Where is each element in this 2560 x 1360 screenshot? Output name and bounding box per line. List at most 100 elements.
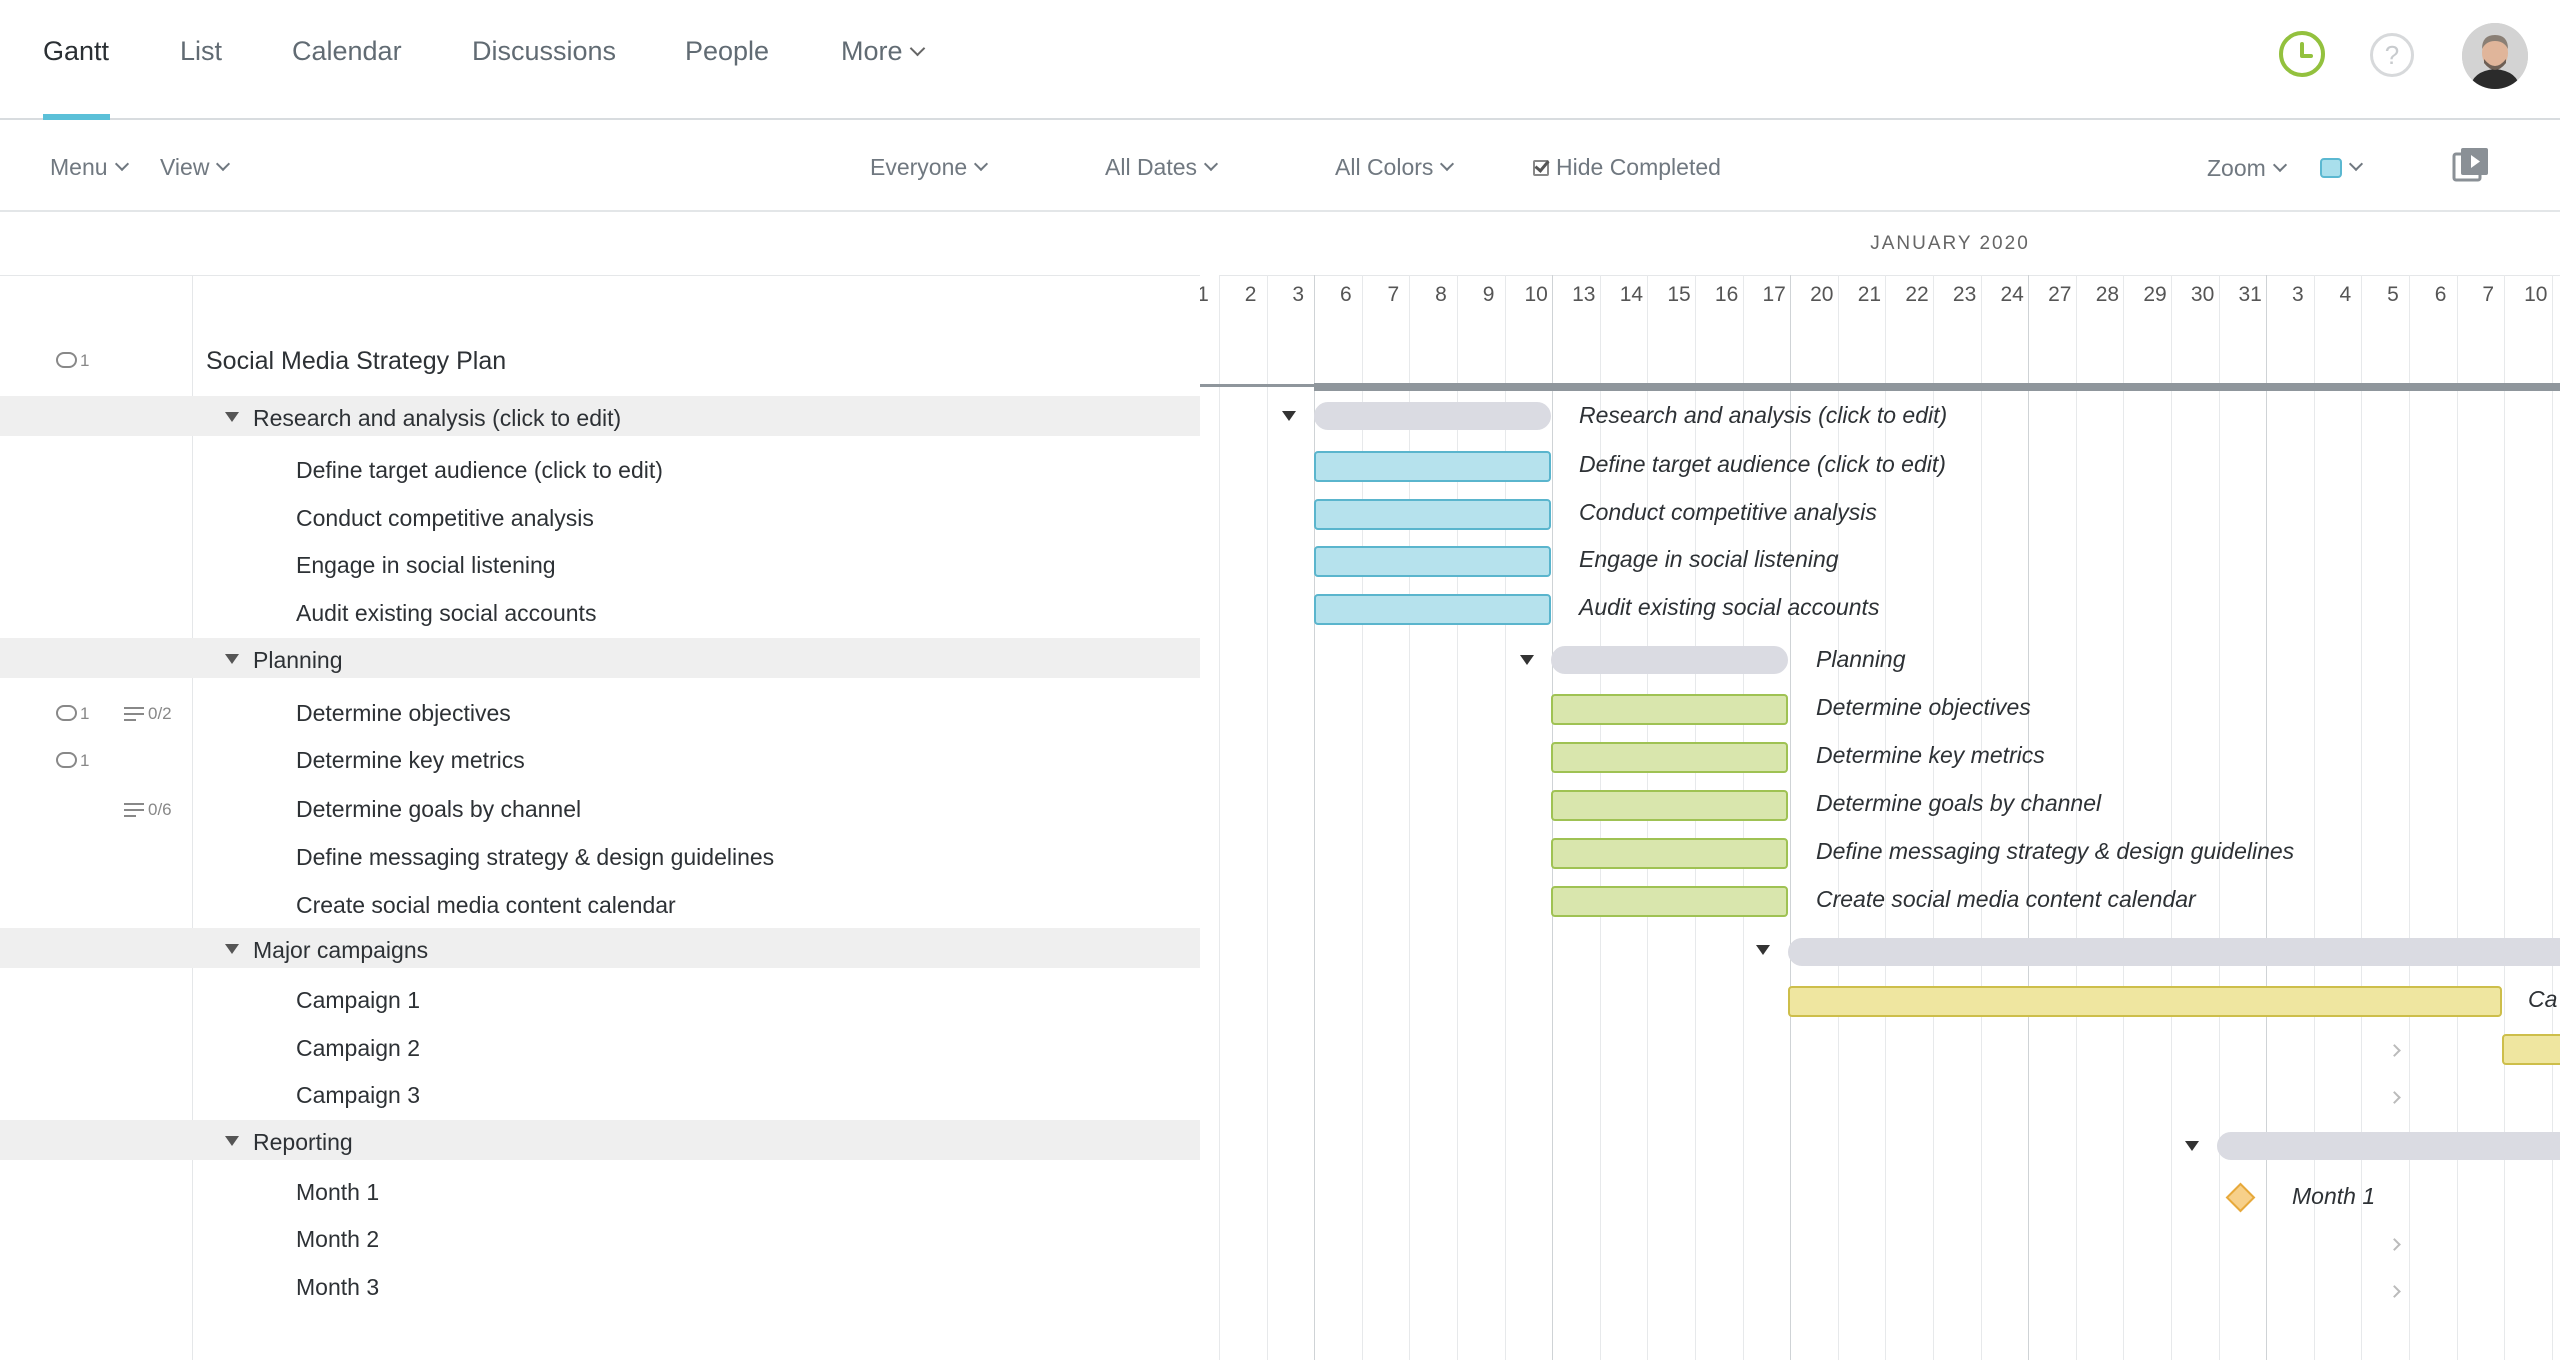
task-name[interactable]: Month 1	[296, 1179, 379, 1206]
tab-people[interactable]: People	[685, 36, 769, 67]
grid-line	[2171, 275, 2172, 1360]
task-name[interactable]: Conduct competitive analysis	[296, 505, 594, 532]
task-bar[interactable]	[1551, 694, 1788, 725]
play-presentation-icon[interactable]	[2452, 146, 2490, 184]
task-group-row[interactable]: Research and analysis (click to edit)	[0, 396, 1200, 436]
task-row[interactable]: Month 3	[0, 1265, 1200, 1305]
task-bar[interactable]	[1551, 742, 1788, 773]
task-name[interactable]: Reporting	[253, 1129, 353, 1156]
task-group-row[interactable]: Reporting	[0, 1120, 1200, 1160]
task-name[interactable]: Month 2	[296, 1226, 379, 1253]
grid-line	[2551, 275, 2553, 1360]
task-bar[interactable]	[1788, 986, 2502, 1017]
color-picker-dropdown[interactable]	[2320, 154, 2364, 181]
comment-count[interactable]: 1	[56, 703, 89, 724]
collapse-triangle-icon[interactable]	[1756, 945, 1770, 955]
colors-filter[interactable]: All Colors	[1335, 154, 1455, 181]
checklist-count[interactable]: 0/2	[124, 703, 172, 724]
checklist-count[interactable]: 0/6	[124, 799, 172, 820]
task-row[interactable]: Month 1	[0, 1170, 1200, 1210]
task-name[interactable]: Campaign 2	[296, 1035, 420, 1062]
comment-count[interactable]: 1	[56, 750, 89, 771]
task-name[interactable]: Month 3	[296, 1274, 379, 1301]
task-name[interactable]: Determine objectives	[296, 700, 511, 727]
tab-calendar[interactable]: Calendar	[292, 36, 402, 67]
task-bar[interactable]	[1314, 499, 1551, 530]
tab-list[interactable]: List	[180, 36, 222, 67]
zoom-dropdown-label: Zoom	[2207, 155, 2266, 181]
task-group-row[interactable]: Major campaigns	[0, 928, 1200, 968]
collapse-triangle-icon[interactable]	[2185, 1141, 2199, 1151]
task-row[interactable]: Campaign 1	[0, 978, 1200, 1018]
task-name[interactable]: Engage in social listening	[296, 552, 556, 579]
task-row[interactable]: Create social media content calendar	[0, 883, 1200, 923]
task-bar[interactable]	[1314, 546, 1551, 577]
clock-icon[interactable]	[2279, 31, 2325, 77]
task-name[interactable]: Planning	[253, 647, 343, 674]
task-name[interactable]: Determine key metrics	[296, 747, 525, 774]
task-row[interactable]: Audit existing social accounts	[0, 591, 1200, 631]
grid-line	[2075, 275, 2077, 1360]
task-bar-label: Audit existing social accounts	[1579, 594, 1880, 620]
menu-dropdown[interactable]: Menu	[50, 154, 129, 181]
avatar[interactable]	[2462, 23, 2528, 89]
group-summary-bar[interactable]	[1314, 402, 1551, 430]
checklist-icon	[124, 705, 145, 721]
task-row[interactable]: 1 0/2 Determine objectives	[0, 691, 1200, 731]
task-name[interactable]: Research and analysis (click to edit)	[253, 405, 621, 432]
task-name[interactable]: Campaign 1	[296, 987, 420, 1014]
task-bar[interactable]	[1551, 886, 1788, 917]
task-group-row[interactable]: Planning	[0, 638, 1200, 678]
task-bar[interactable]	[2502, 1034, 2560, 1065]
group-summary-bar[interactable]	[1788, 938, 2560, 966]
group-summary-bar[interactable]	[1551, 646, 1788, 674]
task-name[interactable]: Campaign 3	[296, 1082, 420, 1109]
task-row[interactable]: 0/6 Determine goals by channel	[0, 787, 1200, 827]
collapse-triangle-icon[interactable]	[225, 654, 239, 664]
hide-completed-checkbox[interactable]	[1533, 160, 1549, 176]
tab-discussions[interactable]: Discussions	[472, 36, 616, 67]
everyone-filter[interactable]: Everyone	[870, 154, 989, 181]
comment-count[interactable]: 1	[56, 350, 89, 371]
task-row[interactable]: Month 2	[0, 1217, 1200, 1257]
task-bar[interactable]	[1314, 451, 1551, 482]
task-row[interactable]: Conduct competitive analysis	[0, 496, 1200, 536]
tab-more[interactable]: More	[841, 36, 925, 67]
task-name[interactable]: Define target audience (click to edit)	[296, 457, 663, 484]
tab-gantt[interactable]: Gantt	[43, 36, 109, 67]
task-row[interactable]: Define target audience (click to edit)	[0, 448, 1200, 488]
collapse-triangle-icon[interactable]	[1282, 411, 1296, 421]
task-name[interactable]: Major campaigns	[253, 937, 428, 964]
grid-line	[1457, 275, 1458, 1360]
collapse-triangle-icon[interactable]	[225, 1136, 239, 1146]
task-row[interactable]: Engage in social listening	[0, 543, 1200, 583]
project-row[interactable]: 1 Social Media Strategy Plan	[0, 338, 1200, 378]
task-row[interactable]: 1 Determine key metrics	[0, 738, 1200, 778]
project-timeline-line	[1200, 384, 1314, 387]
chevron-down-icon	[909, 40, 925, 57]
checklist-icon	[124, 801, 145, 817]
task-row[interactable]: Campaign 2	[0, 1026, 1200, 1066]
hide-completed-toggle[interactable]: Hide Completed	[1533, 154, 1721, 181]
task-name[interactable]: Create social media content calendar	[296, 892, 676, 919]
view-dropdown[interactable]: View	[160, 154, 231, 181]
task-name[interactable]: Determine goals by channel	[296, 796, 581, 823]
collapse-triangle-icon[interactable]	[1520, 655, 1534, 665]
group-summary-bar[interactable]	[2217, 1132, 2560, 1160]
task-name[interactable]: Define messaging strategy & design guide…	[296, 844, 774, 871]
task-row[interactable]: Campaign 3	[0, 1073, 1200, 1113]
grid-line	[2123, 275, 2125, 1360]
project-title: Social Media Strategy Plan	[206, 347, 507, 375]
task-name[interactable]: Audit existing social accounts	[296, 600, 596, 627]
task-row[interactable]: Define messaging strategy & design guide…	[0, 835, 1200, 875]
help-icon[interactable]: ?	[2370, 33, 2414, 77]
collapse-triangle-icon[interactable]	[225, 412, 239, 422]
dates-filter[interactable]: All Dates	[1105, 154, 1219, 181]
zoom-dropdown[interactable]: Zoom	[2207, 155, 2287, 182]
task-bar[interactable]	[1314, 594, 1551, 625]
comment-icon	[56, 705, 77, 721]
task-bar[interactable]	[1551, 790, 1788, 821]
task-bar[interactable]	[1551, 838, 1788, 869]
collapse-triangle-icon[interactable]	[225, 944, 239, 954]
grid-line	[2409, 275, 2410, 1360]
